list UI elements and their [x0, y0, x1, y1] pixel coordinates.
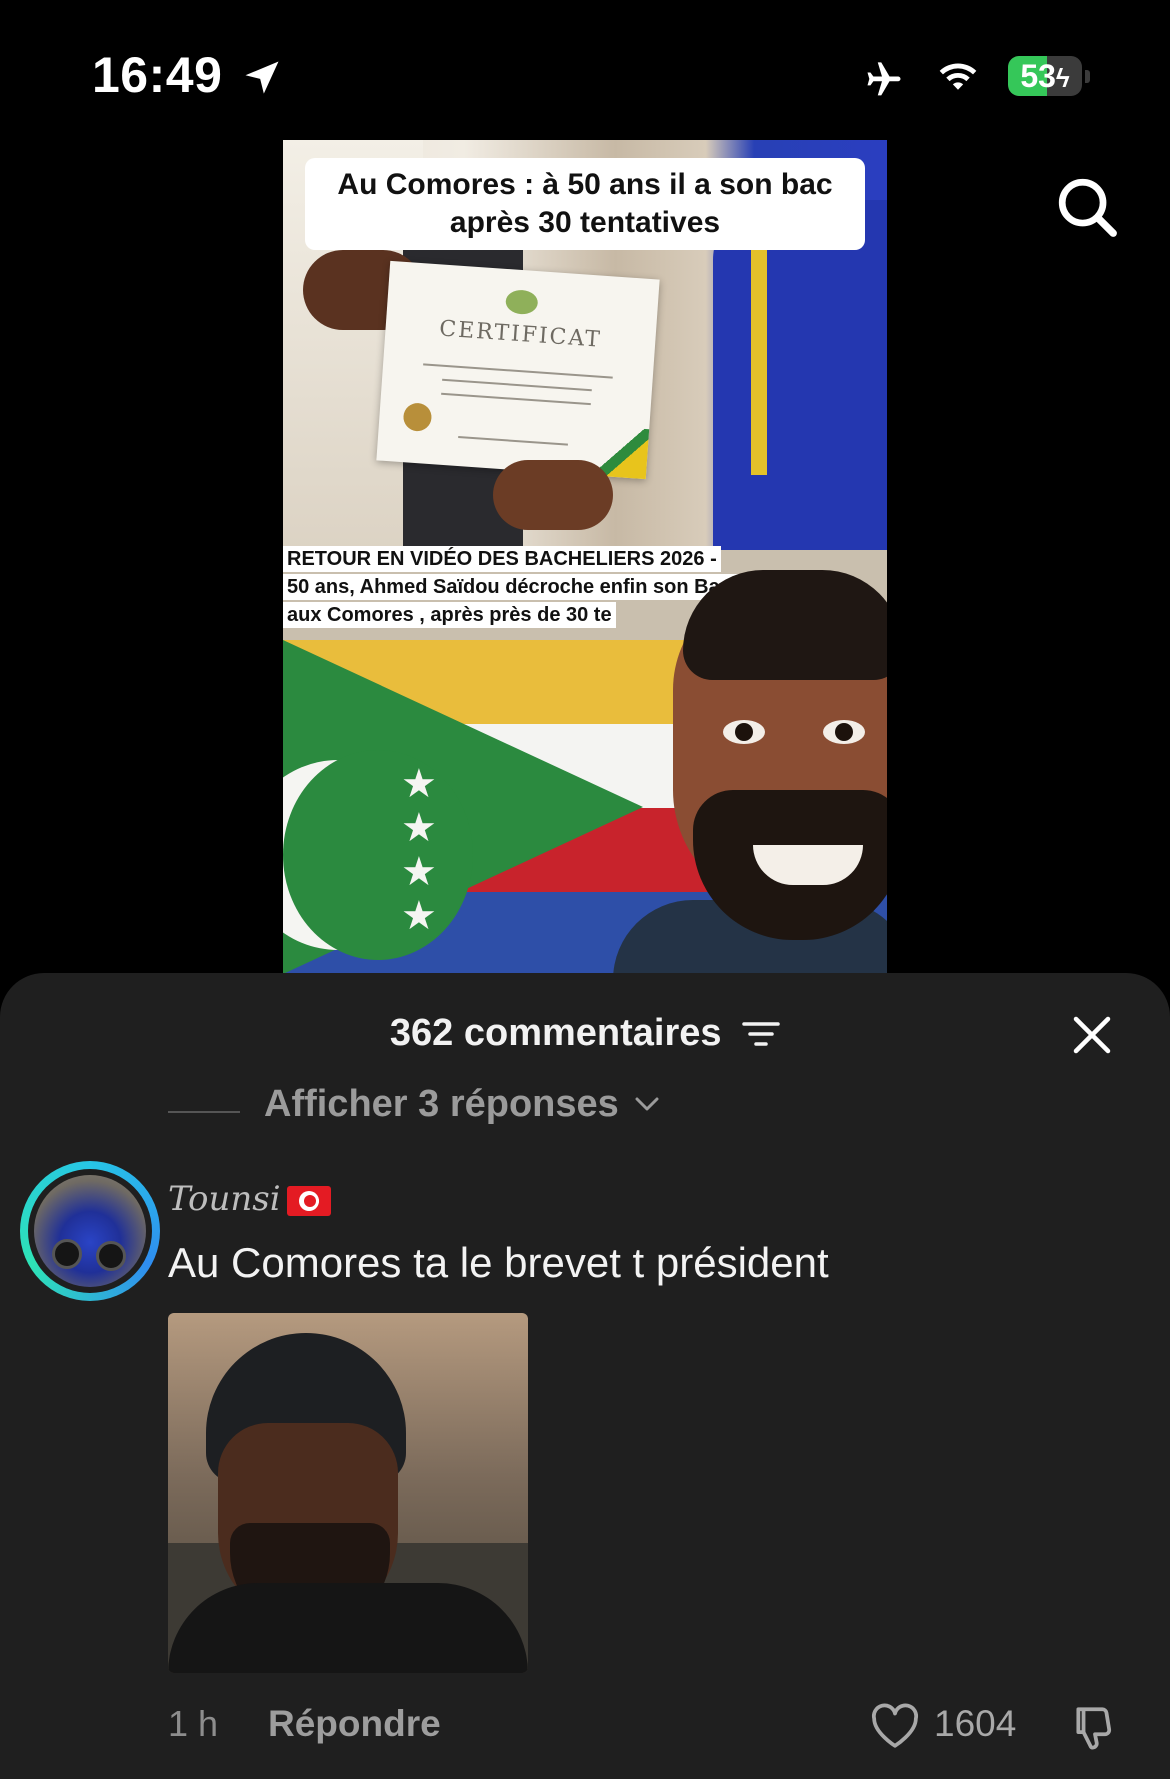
- tunisia-flag-icon: [286, 1186, 331, 1216]
- comments-count-title: 362 commentaires: [389, 1012, 722, 1055]
- thumbs-down-icon[interactable]: [1070, 1703, 1120, 1753]
- reply-button[interactable]: Répondre: [268, 1703, 441, 1745]
- username-text: Tounsi: [168, 1179, 281, 1219]
- video-caption: Au Comores : à 50 ans il a son bac après…: [305, 158, 865, 250]
- comment-meta-row: 1 h Répondre 1604: [168, 1703, 1128, 1753]
- star-icon: ★: [401, 806, 437, 850]
- heart-icon[interactable]: [870, 1703, 920, 1749]
- comment-text: Au Comores ta le brevet t président: [168, 1239, 829, 1286]
- sort-filter-icon[interactable]: [742, 1019, 780, 1049]
- status-bar: 16:49 53ϟ: [0, 0, 1170, 140]
- star-icon: ★: [401, 850, 437, 894]
- comment-attached-image[interactable]: [168, 1313, 528, 1673]
- location-arrow-icon: [245, 61, 279, 94]
- comment-timestamp: 1 h: [168, 1703, 219, 1744]
- video-player[interactable]: CERTIFICAT Au Comores : à 50 ans il a so…: [283, 140, 887, 974]
- charging-bolt-icon: ϟ: [1055, 63, 1070, 93]
- status-time: 16:49: [92, 47, 223, 103]
- comment-username[interactable]: Tounsi: [168, 1179, 331, 1219]
- star-icon: ★: [401, 894, 437, 938]
- comments-sheet: 362 commentaires Afficher 3 réponses Tou…: [0, 973, 1170, 1779]
- airplane-icon: [867, 62, 901, 96]
- like-count: 1604: [934, 1703, 1017, 1744]
- show-replies-label: Afficher 3 réponses: [264, 1083, 619, 1125]
- search-icon[interactable]: [1052, 172, 1122, 242]
- chevron-down-icon: [635, 1097, 659, 1111]
- star-icon: ★: [401, 762, 437, 806]
- close-icon[interactable]: [1070, 1013, 1114, 1057]
- reacting-man-image: [613, 560, 887, 974]
- battery-charging-icon: 53ϟ: [1008, 56, 1090, 96]
- avatar[interactable]: [20, 1161, 160, 1301]
- comments-header: 362 commentaires: [0, 1011, 1170, 1055]
- certificate-title: CERTIFICAT: [438, 316, 603, 353]
- battery-percent: 53: [1020, 58, 1056, 94]
- avatar-image-quad: [34, 1175, 146, 1287]
- certificate-image: CERTIFICAT: [376, 260, 660, 480]
- headline-line-3: aux Comores , après près de 30 te: [283, 602, 616, 628]
- wifi-icon: [939, 63, 977, 90]
- screen: 16:49 53ϟ CERTIFICAT Au Comores: à 50 a…: [0, 0, 1170, 1779]
